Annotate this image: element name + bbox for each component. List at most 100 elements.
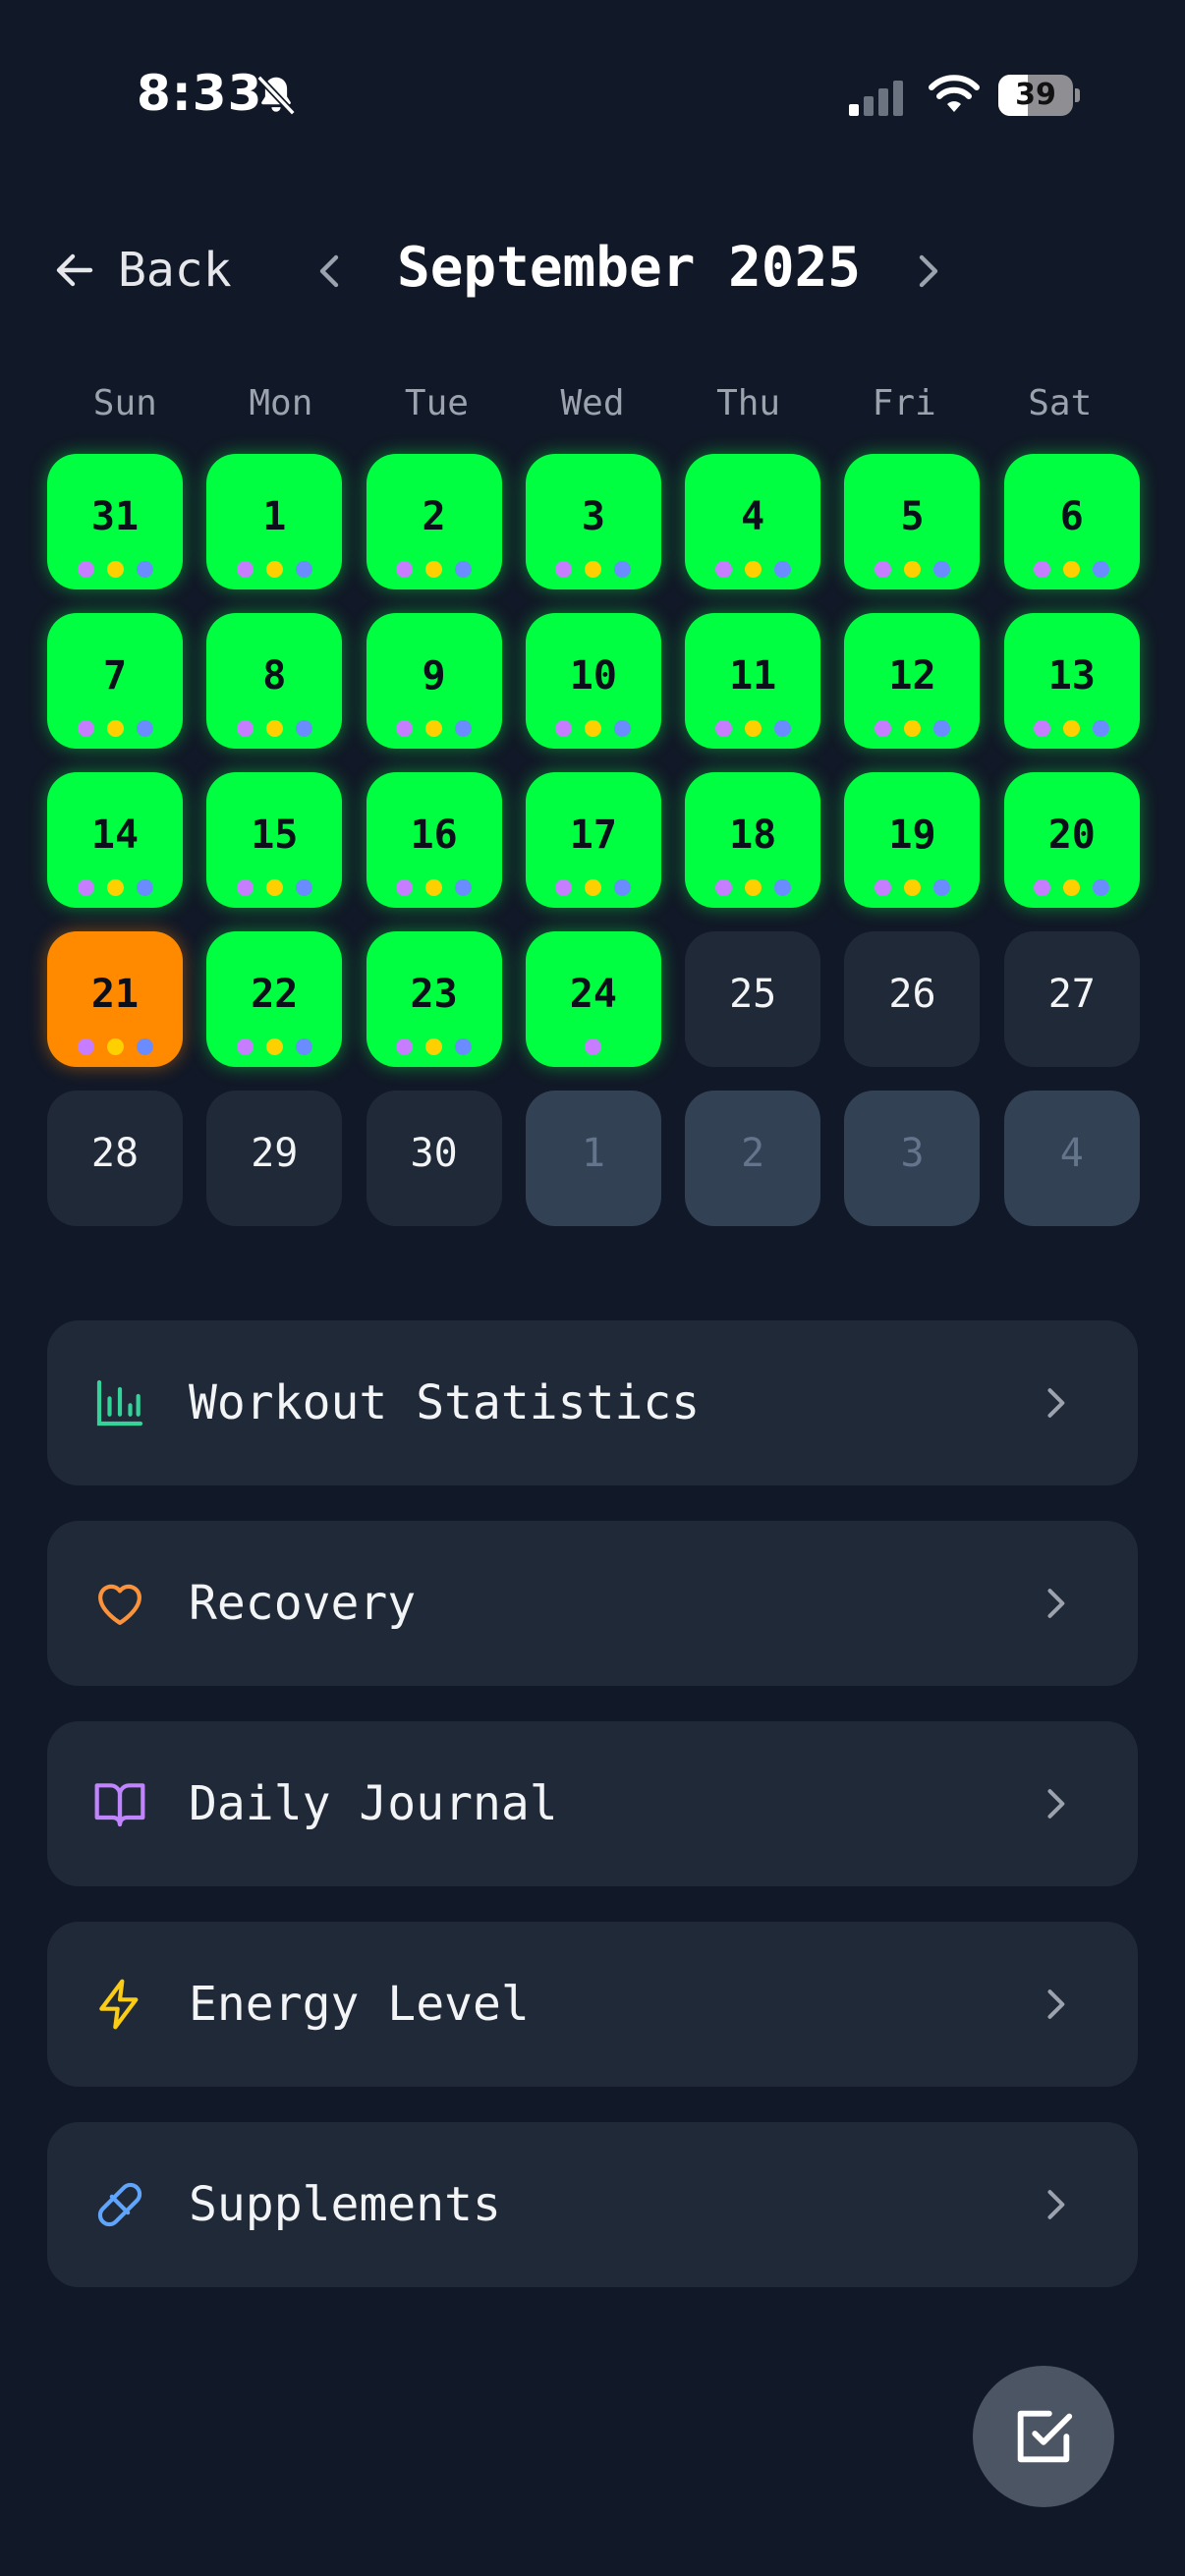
calendar-day-other[interactable]: 4 bbox=[1003, 1091, 1140, 1226]
cellular-signal-icon bbox=[849, 81, 903, 116]
calendar-day-done[interactable]: 22 bbox=[206, 931, 343, 1067]
calendar-day-done[interactable]: 19 bbox=[844, 772, 981, 908]
calendar-day-done[interactable]: 8 bbox=[206, 613, 343, 749]
calendar-day-done[interactable]: 11 bbox=[685, 613, 821, 749]
activity-dot-blue bbox=[1093, 720, 1110, 737]
activity-dots bbox=[206, 879, 342, 896]
activity-dot-yellow bbox=[265, 1038, 283, 1055]
activity-dot-purple bbox=[714, 561, 732, 578]
month-title: September 2025 bbox=[396, 236, 861, 300]
calendar-day-today[interactable]: 21 bbox=[47, 931, 183, 1067]
calendar-day-empty[interactable]: 29 bbox=[206, 1091, 343, 1226]
activity-dot-purple bbox=[77, 879, 94, 896]
activity-dot-yellow bbox=[1063, 879, 1081, 896]
calendar-day-done[interactable]: 7 bbox=[47, 613, 183, 749]
activity-dot-purple bbox=[714, 879, 732, 896]
activity-dots bbox=[844, 561, 980, 578]
calendar-day-done[interactable]: 6 bbox=[1003, 454, 1140, 589]
weekday-label: Tue bbox=[404, 383, 469, 423]
menu-item-energy-level[interactable]: Energy Level bbox=[47, 1922, 1138, 2087]
checklist-fab-button[interactable] bbox=[973, 2366, 1114, 2507]
arrow-left-icon bbox=[56, 253, 93, 287]
activity-dot-purple bbox=[555, 879, 573, 896]
calendar-day-done[interactable]: 20 bbox=[1003, 772, 1140, 908]
menu-item-recovery[interactable]: Recovery bbox=[47, 1521, 1138, 1686]
lightning-icon bbox=[99, 1979, 139, 2030]
activity-dot-yellow bbox=[265, 561, 283, 578]
activity-dot-blue bbox=[455, 879, 473, 896]
calendar-day-done[interactable]: 3 bbox=[525, 454, 661, 589]
day-number: 23 bbox=[410, 972, 458, 1017]
calendar-day-other[interactable]: 3 bbox=[844, 1091, 981, 1226]
calendar-day-empty[interactable]: 30 bbox=[366, 1091, 502, 1226]
calendar-day-done[interactable]: 14 bbox=[47, 772, 183, 908]
calendar-day-done[interactable]: 5 bbox=[844, 454, 981, 589]
activity-dots bbox=[844, 879, 980, 896]
calendar-day-empty[interactable]: 28 bbox=[47, 1091, 183, 1226]
day-number: 2 bbox=[741, 1131, 765, 1176]
calendar-day-empty[interactable]: 27 bbox=[1003, 931, 1140, 1067]
back-button[interactable]: Back bbox=[51, 238, 232, 303]
activity-dots bbox=[206, 720, 342, 737]
day-number: 15 bbox=[251, 812, 299, 858]
calendar-day-done[interactable]: 31 bbox=[47, 454, 183, 589]
activity-dots bbox=[367, 1038, 502, 1055]
activity-dots bbox=[526, 1038, 661, 1055]
activity-dots bbox=[526, 879, 661, 896]
menu-item-daily-journal[interactable]: Daily Journal bbox=[47, 1721, 1138, 1886]
next-month-chevron-icon[interactable] bbox=[904, 248, 951, 295]
day-number: 8 bbox=[262, 653, 287, 699]
calendar-day-done[interactable]: 17 bbox=[525, 772, 661, 908]
activity-dot-purple bbox=[77, 1038, 94, 1055]
day-number: 26 bbox=[888, 972, 936, 1017]
activity-dot-blue bbox=[455, 1038, 473, 1055]
calendar-day-other[interactable]: 2 bbox=[685, 1091, 821, 1226]
activity-dot-blue bbox=[932, 879, 950, 896]
activity-dot-blue bbox=[455, 720, 473, 737]
menu-item-label: Workout Statistics bbox=[189, 1375, 701, 1430]
back-label: Back bbox=[118, 243, 232, 298]
day-number: 1 bbox=[581, 1131, 605, 1176]
calendar-day-done[interactable]: 1 bbox=[206, 454, 343, 589]
menu-item-supplements[interactable]: Supplements bbox=[47, 2122, 1138, 2287]
calendar-day-done[interactable]: 4 bbox=[685, 454, 821, 589]
day-number: 16 bbox=[410, 812, 458, 858]
activity-dot-blue bbox=[614, 561, 632, 578]
calendar-day-done[interactable]: 16 bbox=[366, 772, 502, 908]
day-number: 21 bbox=[90, 972, 140, 1017]
status-time: 8:33 bbox=[137, 65, 263, 122]
calendar-day-done[interactable]: 18 bbox=[685, 772, 821, 908]
battery-cap bbox=[1075, 88, 1080, 102]
calendar-day-done[interactable]: 9 bbox=[366, 613, 502, 749]
activity-dot-blue bbox=[136, 1038, 153, 1055]
activity-dots bbox=[47, 720, 183, 737]
day-number: 31 bbox=[90, 494, 140, 539]
calendar-day-done[interactable]: 13 bbox=[1003, 613, 1140, 749]
calendar-day-done[interactable]: 10 bbox=[525, 613, 661, 749]
activity-dot-blue bbox=[295, 720, 312, 737]
activity-dot-yellow bbox=[585, 561, 602, 578]
activity-dot-purple bbox=[396, 879, 414, 896]
prev-month-chevron-icon[interactable] bbox=[307, 248, 354, 295]
calendar-day-done[interactable]: 2 bbox=[366, 454, 502, 589]
day-number: 1 bbox=[262, 494, 287, 539]
calendar-day-done[interactable]: 15 bbox=[206, 772, 343, 908]
calendar-day-done[interactable]: 12 bbox=[844, 613, 981, 749]
day-number: 29 bbox=[251, 1131, 299, 1176]
day-number: 30 bbox=[410, 1131, 458, 1176]
calendar-day-done[interactable]: 24 bbox=[525, 931, 661, 1067]
calendar-day-empty[interactable]: 25 bbox=[685, 931, 821, 1067]
weekday-label: Fri bbox=[872, 383, 936, 423]
chevron-right-icon bbox=[1047, 2190, 1065, 2219]
activity-dots bbox=[1004, 561, 1140, 578]
day-number: 27 bbox=[1047, 972, 1096, 1017]
calendar-day-done[interactable]: 23 bbox=[366, 931, 502, 1067]
weekday-label: Mon bbox=[249, 383, 313, 423]
calendar-day-other[interactable]: 1 bbox=[525, 1091, 661, 1226]
checkbox-icon bbox=[1017, 2410, 1073, 2463]
day-number: 7 bbox=[102, 653, 128, 699]
menu-item-workout-statistics[interactable]: Workout Statistics bbox=[47, 1320, 1138, 1485]
calendar-day-empty[interactable]: 26 bbox=[844, 931, 981, 1067]
day-number: 20 bbox=[1047, 812, 1096, 858]
weekday-label: Wed bbox=[560, 383, 625, 423]
